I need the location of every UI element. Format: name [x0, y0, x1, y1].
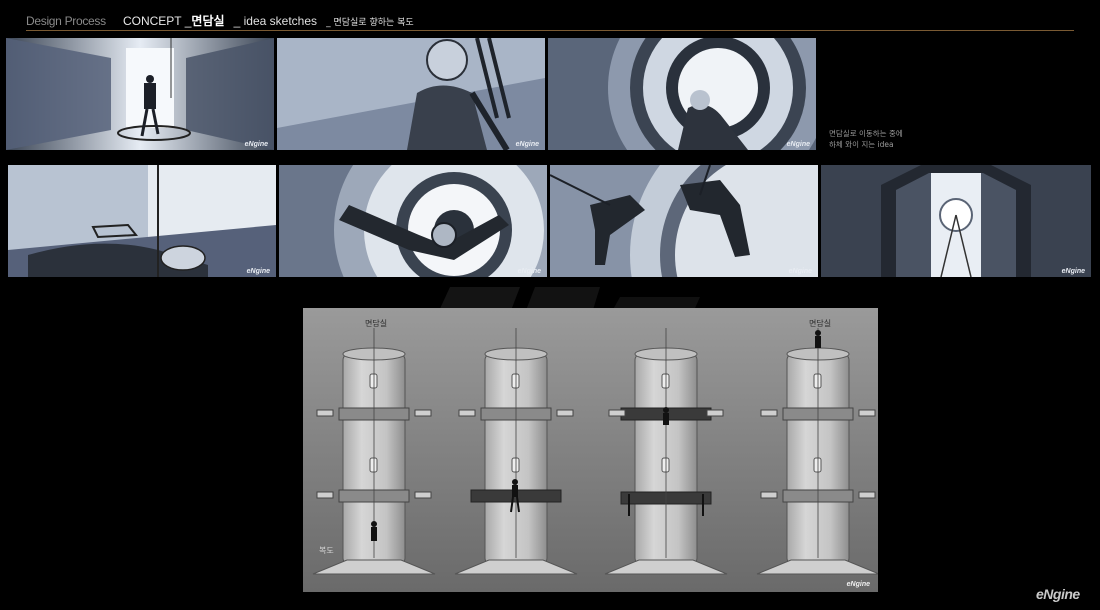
page-header: Design Process CONCEPT _면담실 _ idea sketc… [26, 10, 414, 30]
header-divider [26, 30, 1074, 31]
side-note: 면담실로 이동하는 중에 하체 와이 지는 idea [829, 128, 929, 150]
sketch-panel-prisoner-back: eNgine [277, 38, 545, 150]
label-corridor: 복도 [319, 546, 334, 555]
panel-watermark: eNgine [1061, 268, 1085, 275]
elevator-diagram-drawing [303, 308, 878, 592]
panel-watermark: eNgine [517, 268, 541, 275]
engine-logo: eNgine [1036, 586, 1080, 602]
elevator-diagram: 면담실 면담실 복도 eNgine [303, 308, 878, 592]
sketch-panel-tunnel-above: eNgine [279, 165, 547, 277]
panel-watermark: eNgine [515, 141, 539, 148]
concept-label: CONCEPT _ [122, 14, 192, 28]
side-note-line2: 하체 와이 지는 idea [829, 140, 894, 149]
sketch-panel-hex-door: eNgine [821, 165, 1091, 277]
sketch-panel-tunnel-rings: eNgine [548, 38, 816, 150]
panel-watermark: eNgine [244, 141, 268, 148]
diagram-watermark: eNgine [846, 581, 870, 588]
side-note-line1: 면담실로 이동하는 중에 [829, 129, 903, 138]
room-label: 면담실 [191, 14, 225, 28]
idea-sketches-label: _ idea sketches [233, 14, 318, 28]
panel-watermark: eNgine [246, 268, 270, 275]
corridor-label: _ 면담실로 향하는 복도 [326, 18, 414, 28]
sketch-panel-corridor: eNgine [6, 38, 274, 150]
label-interview-room-right: 면담실 [809, 319, 832, 328]
panel-watermark: eNgine [786, 141, 810, 148]
label-interview-room-left: 면담실 [365, 319, 388, 328]
sketch-panel-bound-figures: eNgine [550, 165, 818, 277]
design-process-label: Design Process [26, 14, 106, 28]
sketch-panel-hanging-figure: eNgine [8, 165, 276, 277]
panel-watermark: eNgine [788, 268, 812, 275]
